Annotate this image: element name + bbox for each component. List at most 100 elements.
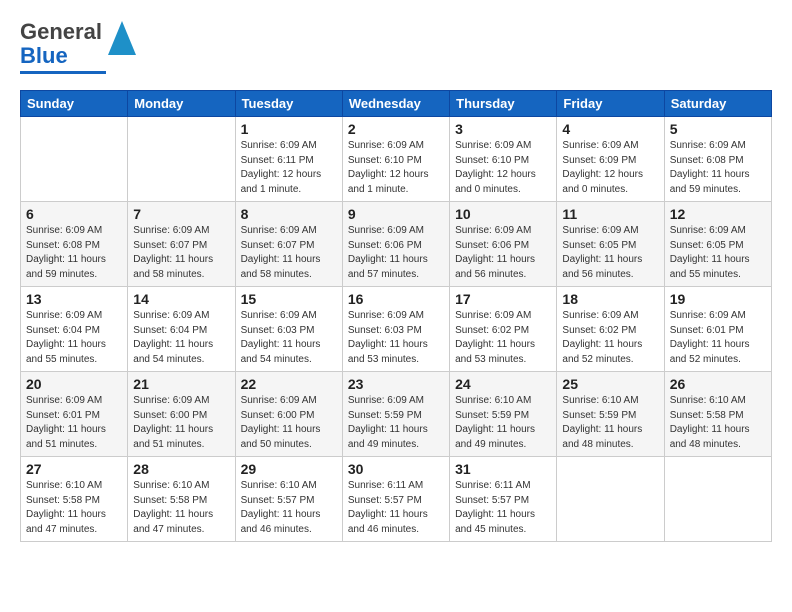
day-number: 8 bbox=[241, 206, 337, 222]
logo-blue: Blue bbox=[20, 43, 68, 68]
calendar-cell bbox=[128, 117, 235, 202]
day-number: 4 bbox=[562, 121, 658, 137]
day-info: Sunrise: 6:09 AM Sunset: 6:01 PM Dayligh… bbox=[26, 394, 122, 452]
day-number: 30 bbox=[348, 461, 444, 477]
calendar-cell: 4 Sunrise: 6:09 AM Sunset: 6:09 PM Daylig… bbox=[557, 117, 664, 202]
day-info: Sunrise: 6:09 AM Sunset: 6:10 PM Dayligh… bbox=[455, 139, 551, 197]
day-info: Sunrise: 6:09 AM Sunset: 6:04 PM Dayligh… bbox=[133, 309, 229, 367]
calendar-cell: 9 Sunrise: 6:09 AM Sunset: 6:06 PM Daylig… bbox=[342, 202, 449, 287]
calendar-cell: 10 Sunrise: 6:09 AM Sunset: 6:06 PM Dayli… bbox=[450, 202, 557, 287]
day-number: 17 bbox=[455, 291, 551, 307]
day-of-week-header: Sunday bbox=[21, 91, 128, 117]
day-number: 25 bbox=[562, 376, 658, 392]
logo: General Blue bbox=[20, 20, 136, 74]
calendar-cell bbox=[21, 117, 128, 202]
day-info: Sunrise: 6:09 AM Sunset: 5:59 PM Dayligh… bbox=[348, 394, 444, 452]
day-number: 10 bbox=[455, 206, 551, 222]
logo-underline bbox=[20, 71, 106, 74]
calendar-cell: 20Sunrise: 6:09 AM Sunset: 6:01 PM Dayli… bbox=[21, 372, 128, 457]
calendar-cell: 2Sunrise: 6:09 AM Sunset: 6:10 PM Daylig… bbox=[342, 117, 449, 202]
day-of-week-header: Thursday bbox=[450, 91, 557, 117]
day-info: Sunrise: 6:10 AM Sunset: 5:59 PM Dayligh… bbox=[455, 394, 551, 452]
calendar-table: SundayMondayTuesdayWednesdayThursdayFrid… bbox=[20, 90, 772, 542]
day-number: 9 bbox=[348, 206, 444, 222]
calendar-cell bbox=[557, 457, 664, 542]
logo-icon bbox=[108, 21, 136, 55]
day-number: 27 bbox=[26, 461, 122, 477]
day-number: 15 bbox=[241, 291, 337, 307]
day-number: 26 bbox=[670, 376, 766, 392]
day-number: 3 bbox=[455, 121, 551, 137]
day-number: 6 bbox=[26, 206, 122, 222]
day-number: 19 bbox=[670, 291, 766, 307]
calendar-cell: 25Sunrise: 6:10 AM Sunset: 5:59 PM Dayli… bbox=[557, 372, 664, 457]
calendar-week-row: 27 Sunrise: 6:10 AM Sunset: 5:58 PM Dayli… bbox=[21, 457, 772, 542]
day-info: Sunrise: 6:10 AM Sunset: 5:58 PM Dayligh… bbox=[670, 394, 766, 452]
day-info: Sunrise: 6:09 AM Sunset: 6:07 PM Dayligh… bbox=[241, 224, 337, 282]
day-info: Sunrise: 6:09 AM Sunset: 6:00 PM Dayligh… bbox=[133, 394, 229, 452]
day-info: Sunrise: 6:09 AM Sunset: 6:01 PM Dayligh… bbox=[670, 309, 766, 367]
calendar-cell: 11 Sunrise: 6:09 AM Sunset: 6:05 PM Dayli… bbox=[557, 202, 664, 287]
page-header: General Blue bbox=[20, 20, 772, 74]
calendar-cell: 3 Sunrise: 6:09 AM Sunset: 6:10 PM Daylig… bbox=[450, 117, 557, 202]
day-number: 2 bbox=[348, 121, 444, 137]
day-info: Sunrise: 6:10 AM Sunset: 5:58 PM Dayligh… bbox=[26, 479, 122, 537]
day-info: Sunrise: 6:09 AM Sunset: 6:03 PM Dayligh… bbox=[241, 309, 337, 367]
calendar-week-row: 20Sunrise: 6:09 AM Sunset: 6:01 PM Dayli… bbox=[21, 372, 772, 457]
calendar-cell bbox=[664, 457, 771, 542]
calendar-cell: 14 Sunrise: 6:09 AM Sunset: 6:04 PM Dayli… bbox=[128, 287, 235, 372]
day-info: Sunrise: 6:09 AM Sunset: 6:03 PM Dayligh… bbox=[348, 309, 444, 367]
calendar-cell: 18Sunrise: 6:09 AM Sunset: 6:02 PM Dayli… bbox=[557, 287, 664, 372]
day-of-week-header: Tuesday bbox=[235, 91, 342, 117]
calendar-cell: 31 Sunrise: 6:11 AM Sunset: 5:57 PM Dayli… bbox=[450, 457, 557, 542]
day-number: 7 bbox=[133, 206, 229, 222]
day-of-week-header: Wednesday bbox=[342, 91, 449, 117]
day-number: 1 bbox=[241, 121, 337, 137]
day-info: Sunrise: 6:09 AM Sunset: 6:09 PM Dayligh… bbox=[562, 139, 658, 197]
day-info: Sunrise: 6:09 AM Sunset: 6:00 PM Dayligh… bbox=[241, 394, 337, 452]
day-info: Sunrise: 6:09 AM Sunset: 6:02 PM Dayligh… bbox=[562, 309, 658, 367]
day-of-week-header: Friday bbox=[557, 91, 664, 117]
day-info: Sunrise: 6:09 AM Sunset: 6:08 PM Dayligh… bbox=[670, 139, 766, 197]
calendar-cell: 5 Sunrise: 6:09 AM Sunset: 6:08 PM Daylig… bbox=[664, 117, 771, 202]
day-number: 12 bbox=[670, 206, 766, 222]
calendar-cell: 15 Sunrise: 6:09 AM Sunset: 6:03 PM Dayli… bbox=[235, 287, 342, 372]
calendar-cell: 7 Sunrise: 6:09 AM Sunset: 6:07 PM Daylig… bbox=[128, 202, 235, 287]
calendar-cell: 27 Sunrise: 6:10 AM Sunset: 5:58 PM Dayli… bbox=[21, 457, 128, 542]
calendar-cell: 19 Sunrise: 6:09 AM Sunset: 6:01 PM Dayli… bbox=[664, 287, 771, 372]
day-number: 16 bbox=[348, 291, 444, 307]
calendar-cell: 21Sunrise: 6:09 AM Sunset: 6:00 PM Dayli… bbox=[128, 372, 235, 457]
day-info: Sunrise: 6:09 AM Sunset: 6:11 PM Dayligh… bbox=[241, 139, 337, 197]
logo-general: General bbox=[20, 19, 102, 44]
calendar-week-row: 1 Sunrise: 6:09 AM Sunset: 6:11 PM Daylig… bbox=[21, 117, 772, 202]
day-number: 11 bbox=[562, 206, 658, 222]
day-info: Sunrise: 6:09 AM Sunset: 6:07 PM Dayligh… bbox=[133, 224, 229, 282]
calendar-cell: 8 Sunrise: 6:09 AM Sunset: 6:07 PM Daylig… bbox=[235, 202, 342, 287]
calendar-cell: 12 Sunrise: 6:09 AM Sunset: 6:05 PM Dayli… bbox=[664, 202, 771, 287]
calendar-cell: 26 Sunrise: 6:10 AM Sunset: 5:58 PM Dayli… bbox=[664, 372, 771, 457]
day-info: Sunrise: 6:10 AM Sunset: 5:57 PM Dayligh… bbox=[241, 479, 337, 537]
calendar-cell: 13Sunrise: 6:09 AM Sunset: 6:04 PM Dayli… bbox=[21, 287, 128, 372]
calendar-cell: 22Sunrise: 6:09 AM Sunset: 6:00 PM Dayli… bbox=[235, 372, 342, 457]
day-info: Sunrise: 6:09 AM Sunset: 6:08 PM Dayligh… bbox=[26, 224, 122, 282]
day-info: Sunrise: 6:09 AM Sunset: 6:06 PM Dayligh… bbox=[455, 224, 551, 282]
calendar-cell: 16 Sunrise: 6:09 AM Sunset: 6:03 PM Dayli… bbox=[342, 287, 449, 372]
day-info: Sunrise: 6:11 AM Sunset: 5:57 PM Dayligh… bbox=[455, 479, 551, 537]
calendar-cell: 30 Sunrise: 6:11 AM Sunset: 5:57 PM Dayli… bbox=[342, 457, 449, 542]
day-number: 14 bbox=[133, 291, 229, 307]
day-info: Sunrise: 6:09 AM Sunset: 6:05 PM Dayligh… bbox=[562, 224, 658, 282]
day-info: Sunrise: 6:09 AM Sunset: 6:06 PM Dayligh… bbox=[348, 224, 444, 282]
day-info: Sunrise: 6:11 AM Sunset: 5:57 PM Dayligh… bbox=[348, 479, 444, 537]
day-number: 24 bbox=[455, 376, 551, 392]
calendar-cell: 6 Sunrise: 6:09 AM Sunset: 6:08 PM Daylig… bbox=[21, 202, 128, 287]
calendar-header-row: SundayMondayTuesdayWednesdayThursdayFrid… bbox=[21, 91, 772, 117]
day-number: 31 bbox=[455, 461, 551, 477]
day-info: Sunrise: 6:09 AM Sunset: 6:04 PM Dayligh… bbox=[26, 309, 122, 367]
day-number: 5 bbox=[670, 121, 766, 137]
day-of-week-header: Saturday bbox=[664, 91, 771, 117]
day-info: Sunrise: 6:09 AM Sunset: 6:02 PM Dayligh… bbox=[455, 309, 551, 367]
day-number: 23 bbox=[348, 376, 444, 392]
day-info: Sunrise: 6:09 AM Sunset: 6:05 PM Dayligh… bbox=[670, 224, 766, 282]
calendar-cell: 1 Sunrise: 6:09 AM Sunset: 6:11 PM Daylig… bbox=[235, 117, 342, 202]
day-of-week-header: Monday bbox=[128, 91, 235, 117]
